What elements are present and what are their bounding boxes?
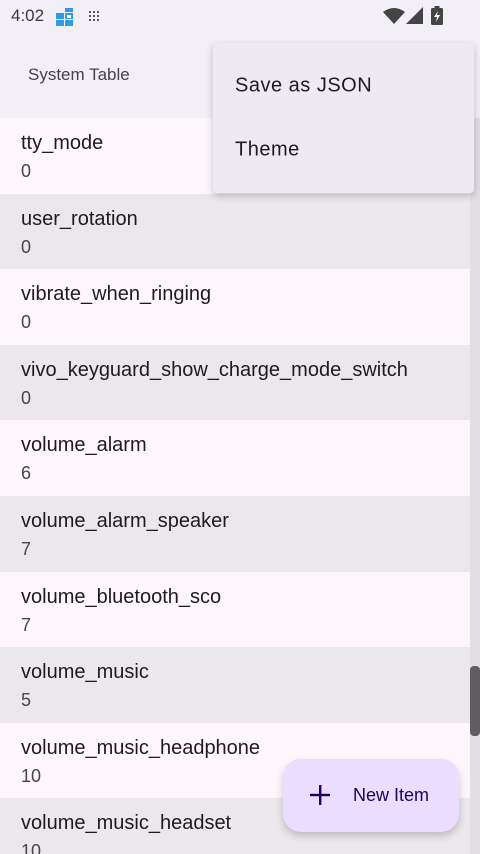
item-value: 7 xyxy=(21,538,32,559)
list-item[interactable]: volume_music 5 xyxy=(0,647,470,723)
list-item[interactable]: volume_bluetooth_sco 7 xyxy=(0,571,470,648)
item-value: 0 xyxy=(21,236,32,257)
overflow-menu: Save as JSON Theme xyxy=(213,43,474,193)
item-key: vibrate_when_ringing xyxy=(21,283,212,306)
scrollbar-track[interactable] xyxy=(470,118,480,854)
item-value: 0 xyxy=(21,387,32,408)
list-item[interactable]: volume_alarm_speaker 7 xyxy=(0,495,470,572)
item-key: volume_music xyxy=(21,661,149,684)
list-item[interactable]: user_rotation 0 xyxy=(0,193,470,270)
item-value: 10 xyxy=(21,841,42,854)
item-key: volume_music_headset xyxy=(21,812,232,835)
settings-list: tty_mode 0 user_rotation 0 vibrate_when_… xyxy=(0,118,470,854)
status-time: 4:02 xyxy=(11,6,45,25)
grid-notification-icon xyxy=(89,11,99,21)
list-item[interactable]: volume_alarm 6 xyxy=(0,420,470,496)
menu-item-theme[interactable]: Theme xyxy=(213,118,474,182)
item-value: 5 xyxy=(21,690,32,711)
wifi-icon xyxy=(383,8,405,24)
scrollbar-thumb[interactable] xyxy=(470,666,480,736)
menu-item-label: Save as JSON xyxy=(235,74,373,97)
item-value: 10 xyxy=(21,765,42,786)
item-value: 0 xyxy=(21,161,32,181)
item-key: volume_alarm xyxy=(21,434,147,457)
item-value: 7 xyxy=(21,614,32,635)
list-item[interactable]: vibrate_when_ringing 0 xyxy=(0,269,470,345)
app-notification-icon xyxy=(56,8,73,26)
plus-icon xyxy=(310,785,330,805)
new-item-label: New Item xyxy=(353,785,430,805)
item-key: volume_bluetooth_sco xyxy=(21,585,222,608)
battery-icon xyxy=(431,6,443,25)
page-title: System Table xyxy=(28,65,130,84)
menu-item-save-as-json[interactable]: Save as JSON xyxy=(213,54,474,118)
status-bar: 4:02 xyxy=(0,0,480,34)
item-key: volume_alarm_speaker xyxy=(21,509,229,532)
item-key: volume_music_headphone xyxy=(21,736,261,759)
signal-icon xyxy=(406,7,423,24)
item-key: tty_mode xyxy=(21,132,104,154)
item-value: 6 xyxy=(21,463,32,484)
list-item[interactable]: vivo_keyguard_show_charge_mode_switch 0 xyxy=(0,344,470,421)
menu-item-label: Theme xyxy=(235,138,300,161)
item-value: 0 xyxy=(21,312,32,333)
item-key: vivo_keyguard_show_charge_mode_switch xyxy=(21,358,408,381)
item-key: user_rotation xyxy=(21,207,138,230)
